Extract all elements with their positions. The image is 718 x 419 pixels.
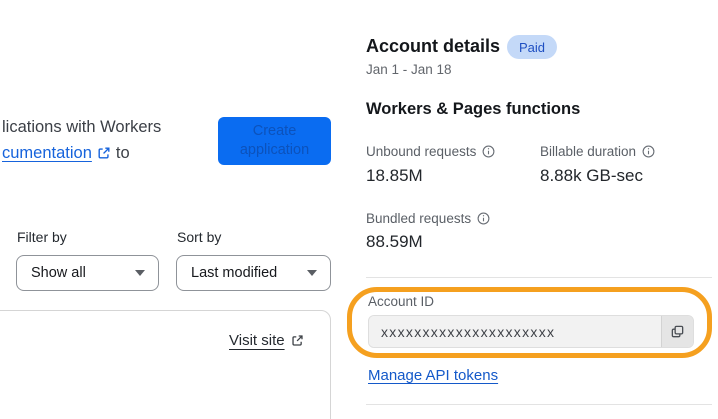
- stat-unbound-requests-label: Unbound requests: [366, 144, 495, 159]
- sort-by-label: Sort by: [177, 229, 222, 245]
- manage-api-tokens-link[interactable]: Manage API tokens: [368, 367, 498, 384]
- visit-site-label: Visit site: [229, 332, 285, 349]
- account-id-label: Account ID: [368, 294, 435, 309]
- create-application-button[interactable]: Create application: [218, 117, 331, 165]
- account-details-title: Account details: [366, 36, 501, 56]
- info-icon[interactable]: [482, 145, 495, 158]
- plan-badge: Paid: [507, 35, 558, 59]
- stat-billable-duration-label: Billable duration: [540, 144, 655, 159]
- functions-section-title: Workers & Pages functions: [366, 100, 581, 118]
- workers-pages-dashboard: lications with Workers cumentation to Cr…: [0, 0, 718, 419]
- account-id-field-group: [368, 315, 694, 348]
- account-id-input[interactable]: [369, 316, 661, 347]
- project-card: [0, 310, 331, 419]
- chevron-down-icon: [307, 270, 317, 276]
- filter-by-label: Filter by: [17, 229, 67, 245]
- sort-dropdown-value: Last modified: [191, 265, 278, 281]
- chevron-down-icon: [135, 270, 145, 276]
- intro-line2-suffix: to: [115, 144, 130, 162]
- visit-site-link[interactable]: Visit site: [229, 332, 304, 349]
- stat-unbound-requests-value: 18.85M: [366, 166, 423, 185]
- stat-bundled-requests-label: Bundled requests: [366, 211, 490, 226]
- date-range: Jan 1 - Jan 18: [366, 62, 452, 77]
- filter-dropdown-value: Show all: [31, 265, 86, 281]
- info-icon[interactable]: [642, 145, 655, 158]
- divider: [366, 404, 712, 405]
- stat-bundled-requests-value: 88.59M: [366, 232, 423, 251]
- info-icon[interactable]: [477, 212, 490, 225]
- filter-dropdown[interactable]: Show all: [16, 255, 159, 291]
- divider: [366, 277, 712, 278]
- external-link-icon: [97, 146, 111, 160]
- copy-icon: [670, 324, 685, 339]
- sort-dropdown[interactable]: Last modified: [176, 255, 331, 291]
- documentation-link[interactable]: cumentation: [2, 140, 92, 166]
- intro-text: lications with Workers cumentation to: [2, 114, 161, 166]
- intro-line1: lications with Workers: [2, 118, 162, 136]
- stat-billable-duration-value: 8.88k GB-sec: [540, 166, 643, 185]
- copy-button[interactable]: [661, 316, 693, 347]
- external-link-icon: [291, 334, 304, 347]
